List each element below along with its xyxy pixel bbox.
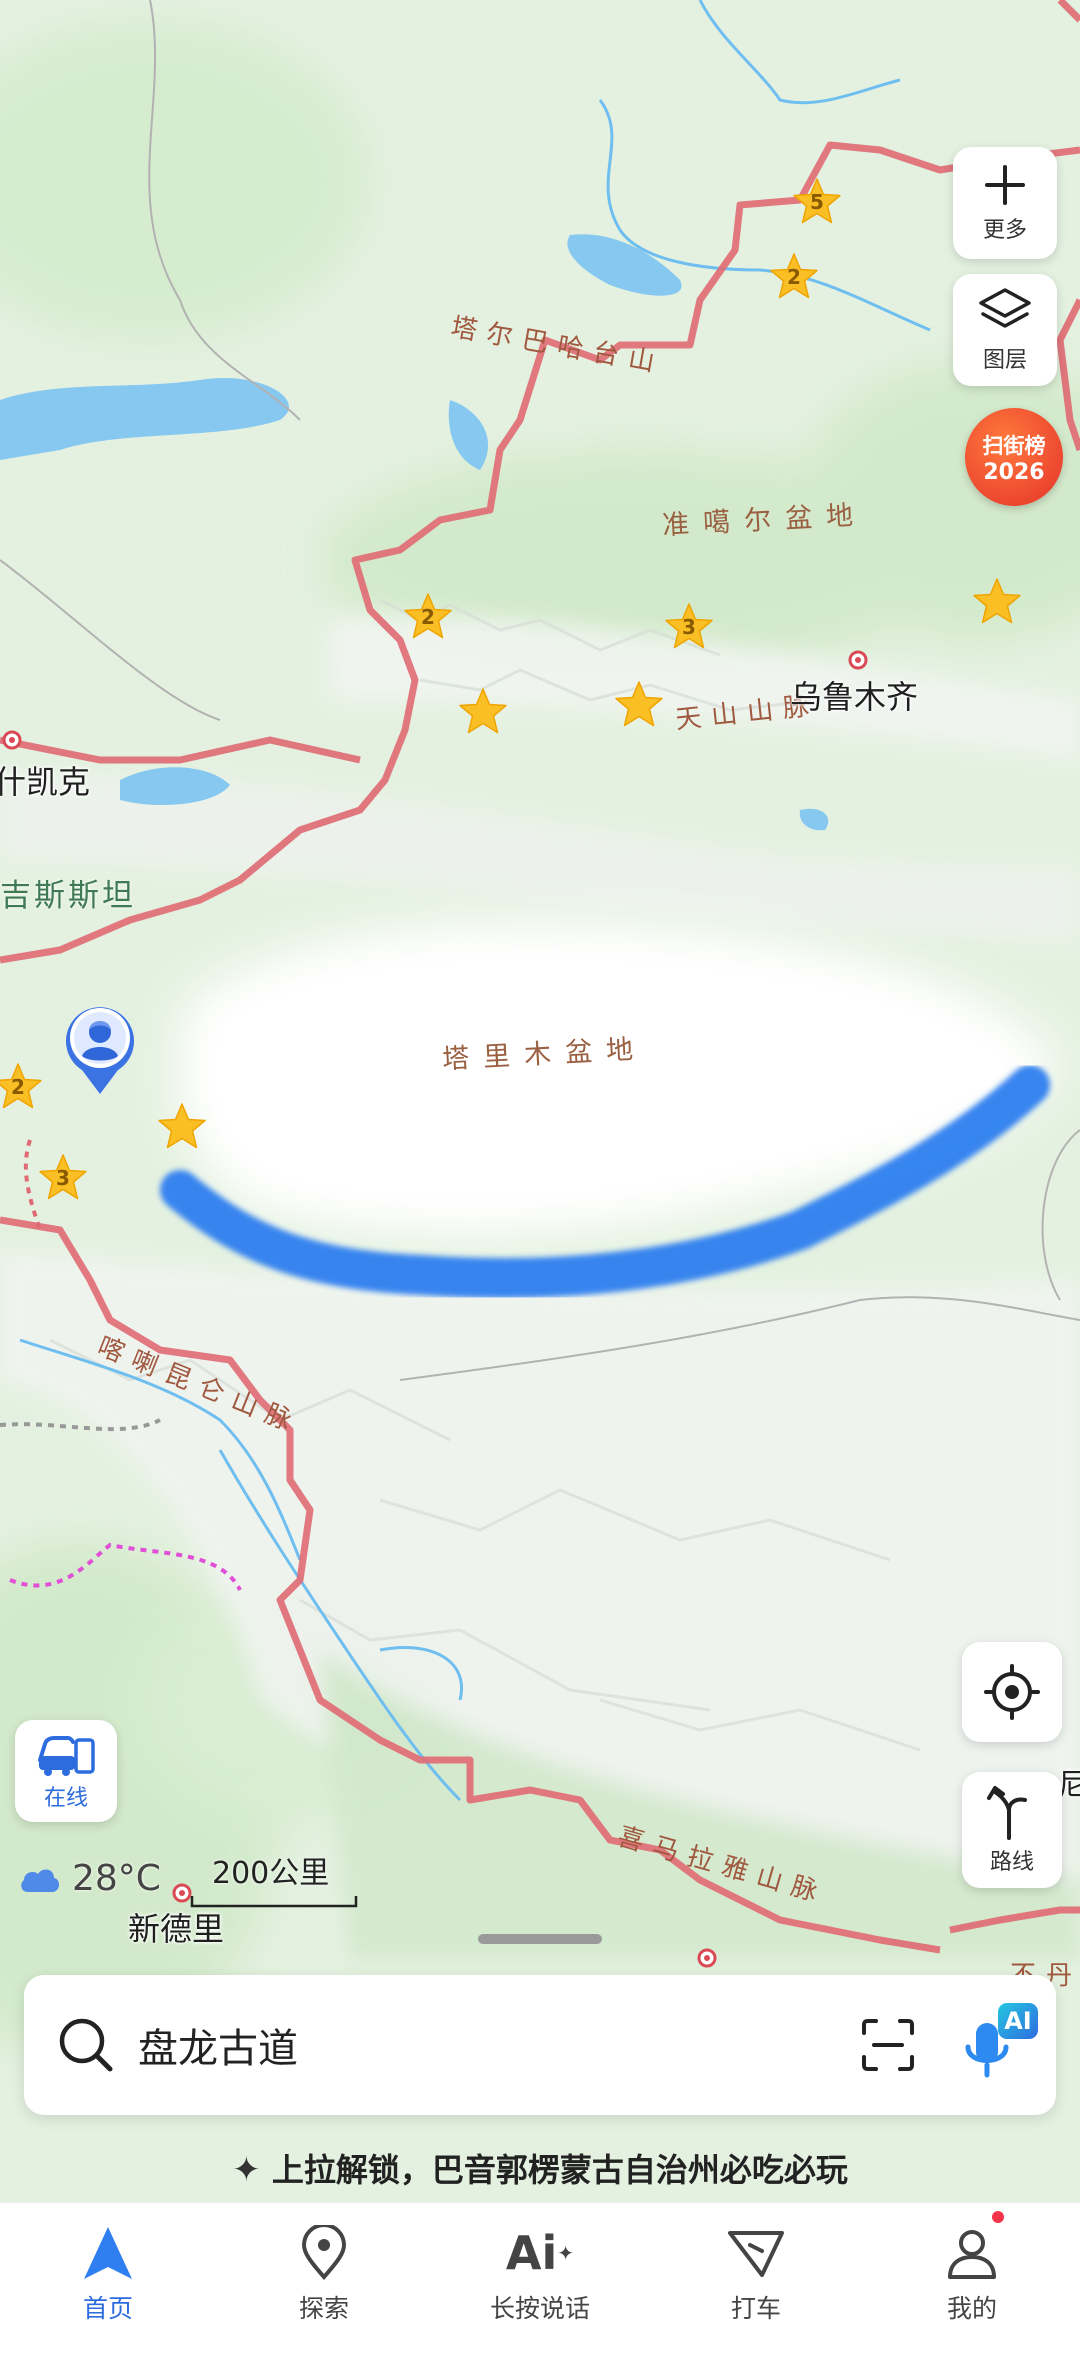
scan-icon[interactable] — [860, 2017, 916, 2073]
scenic-star-marker[interactable] — [971, 576, 1023, 628]
more-button[interactable]: 更多 — [953, 147, 1057, 259]
weather-widget[interactable]: 28°C — [18, 1858, 161, 1899]
weather-temp: 28°C — [72, 1858, 161, 1899]
pull-up-hint[interactable]: ✦ 上拉解锁，巴音郭楞蒙古自治州必吃必玩 — [0, 2145, 1080, 2191]
search-input[interactable]: 盘龙古道 — [138, 2016, 298, 2074]
rank-badge[interactable]: 扫街榜 2026 — [965, 408, 1063, 506]
ai-voice-icon: Ai✦ — [505, 2226, 575, 2280]
bottom-nav: 首页 探索 Ai✦ 长按说话 打车 我的 — [0, 2202, 1080, 2377]
route-button[interactable]: 路线 — [962, 1772, 1062, 1888]
user-location-pin[interactable] — [62, 1000, 138, 1096]
crosshair-icon — [984, 1664, 1040, 1720]
scenic-star-marker[interactable]: 3 — [663, 601, 715, 653]
country-label-kyrgyzstan: 吉斯斯坦 — [0, 878, 136, 914]
city-label-new-delhi[interactable]: 新德里 — [128, 1904, 224, 1950]
nav-taxi[interactable]: 打车 — [648, 2203, 864, 2377]
online-button[interactable]: 在线 — [15, 1720, 117, 1822]
search-icon — [59, 2018, 113, 2072]
nav-profile-label: 我的 — [946, 2294, 997, 2323]
scale-bar — [190, 1896, 358, 1908]
plus-icon — [985, 165, 1025, 205]
scenic-star-marker[interactable]: 3 — [37, 1152, 89, 1204]
route-label: 路线 — [989, 1850, 1034, 1875]
navigation-arrow-icon — [84, 2227, 132, 2279]
scenic-star-marker[interactable]: 2 — [402, 591, 454, 643]
online-label: 在线 — [43, 1786, 88, 1811]
nav-home-label: 首页 — [82, 2294, 133, 2323]
scenic-star-marker[interactable]: 2 — [768, 251, 820, 303]
scenic-rating: 2 — [421, 605, 435, 629]
nav-explore[interactable]: 探索 — [216, 2203, 432, 2377]
nav-explore-label: 探索 — [298, 2294, 349, 2323]
rank-badge-title: 扫街榜 — [982, 433, 1046, 458]
location-pin-icon — [301, 2225, 347, 2281]
scale-label: 200公里 — [212, 1856, 330, 1891]
scenic-rating: 2 — [787, 265, 801, 289]
ai-badge: AI — [998, 2003, 1038, 2039]
nav-voice-label: 长按说话 — [489, 2294, 590, 2323]
scenic-rating: 5 — [810, 190, 824, 214]
sheet-drag-handle[interactable] — [478, 1934, 602, 1944]
map-scale: 200公里 — [190, 1848, 360, 1908]
nav-taxi-label: 打车 — [730, 2294, 781, 2323]
scenic-star-marker[interactable] — [457, 686, 509, 738]
user-icon — [948, 2230, 996, 2279]
scenic-star-marker[interactable]: 2 — [0, 1061, 44, 1113]
pull-up-hint-text: 上拉解锁，巴音郭楞蒙古自治州必吃必玩 — [271, 2151, 848, 2189]
scenic-rating: 3 — [682, 615, 696, 639]
city-label-urumqi[interactable]: 乌鲁木齐 — [790, 672, 918, 718]
nav-home[interactable]: 首页 — [0, 2203, 216, 2377]
taxi-icon — [728, 2231, 784, 2277]
nav-voice[interactable]: Ai✦ 长按说话 — [432, 2203, 648, 2377]
cloud-icon — [21, 1868, 60, 1892]
notification-dot — [992, 2211, 1004, 2223]
locate-button[interactable] — [962, 1642, 1062, 1742]
scenic-star-marker[interactable]: 5 — [791, 176, 843, 228]
nav-profile[interactable]: 我的 — [864, 2203, 1080, 2377]
layers-button[interactable]: 图层 — [953, 274, 1057, 386]
scenic-rating: 3 — [56, 1166, 70, 1190]
sparkle-icon: ✦ — [232, 2150, 261, 2190]
rank-badge-year: 2026 — [983, 459, 1045, 485]
ai-voice-button[interactable]: AI — [962, 2003, 1042, 2083]
layers-icon — [979, 288, 1031, 328]
scenic-star-marker[interactable] — [156, 1101, 208, 1153]
layers-label: 图层 — [982, 348, 1027, 373]
scenic-star-marker[interactable] — [613, 679, 665, 731]
car-phone-icon — [38, 1736, 95, 1776]
turn-arrow-icon — [987, 1786, 1027, 1840]
search-bar[interactable]: 盘龙古道 AI — [24, 1975, 1056, 2115]
city-label-bishkek[interactable]: 什凯克 — [0, 757, 90, 803]
scenic-rating: 2 — [11, 1075, 25, 1099]
more-label: 更多 — [982, 218, 1027, 243]
